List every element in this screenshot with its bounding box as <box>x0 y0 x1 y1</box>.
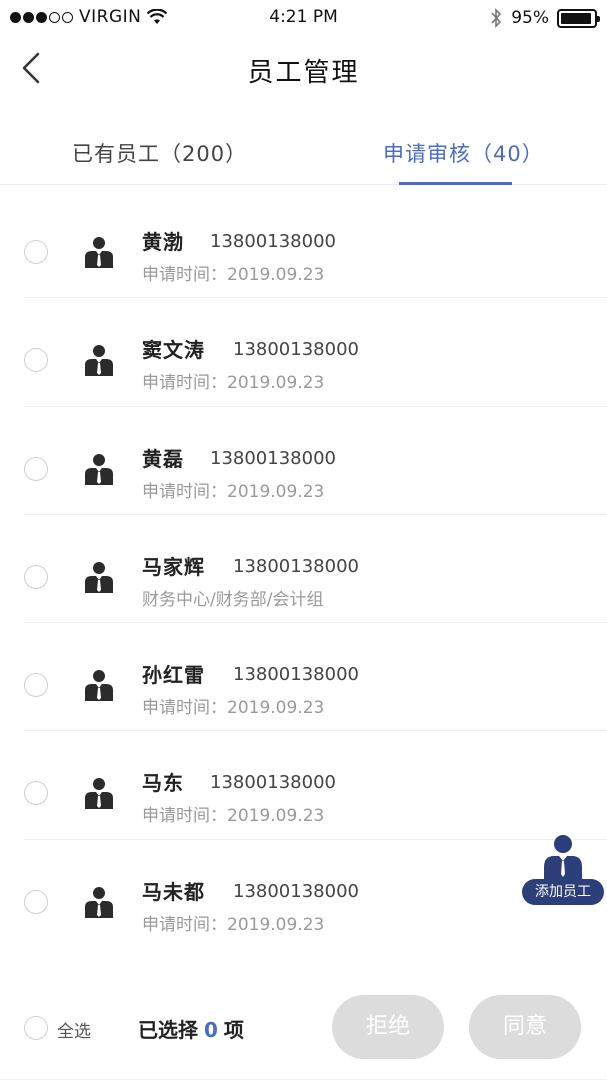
tab-existing-employees[interactable]: 已有员工（200） <box>72 138 247 168</box>
status-bar: VIRGIN 4:21 PM 95% <box>0 0 607 36</box>
applicant-name: 孙红雷 <box>142 663 205 688</box>
select-radio[interactable] <box>24 673 48 698</box>
select-all-radio[interactable] <box>24 1016 48 1040</box>
select-radio[interactable] <box>24 240 48 264</box>
person-icon <box>85 237 113 268</box>
applicant-phone: 13800138000 <box>210 447 336 469</box>
selected-suffix: 项 <box>223 1018 244 1042</box>
battery-icon <box>557 8 600 28</box>
applicant-list: 黄渤 13800138000 申请时间：2019.09.23 窦文涛 13800… <box>0 190 607 948</box>
applicant-info: 申请时间：2019.09.23 <box>142 914 325 935</box>
select-radio[interactable] <box>24 889 48 914</box>
list-item[interactable]: 黄磊 13800138000 申请时间：2019.09.23 <box>0 407 607 516</box>
page-title: 员工管理 <box>247 58 360 88</box>
applicant-name: 马家辉 <box>142 554 205 579</box>
applicant-info: 申请时间：2019.09.23 <box>142 265 325 285</box>
person-icon <box>85 561 113 593</box>
person-icon <box>85 670 113 702</box>
applicant-info: 申请时间：2019.09.23 <box>142 481 325 502</box>
person-icon <box>85 886 113 918</box>
applicant-phone: 13800138000 <box>233 555 359 577</box>
list-item[interactable]: 孙红雷 13800138000 申请时间：2019.09.23 <box>0 623 607 732</box>
footer-action-bar: 全选 已选择 0 项 拒绝 同意 <box>0 990 607 1080</box>
applicant-name: 黄渤 <box>142 230 184 254</box>
person-icon <box>85 345 113 377</box>
applicant-phone: 13800138000 <box>210 231 336 252</box>
select-radio[interactable] <box>24 456 48 481</box>
select-radio[interactable] <box>24 564 48 589</box>
select-all-label[interactable]: 全选 <box>57 1017 91 1042</box>
selected-count: 0 <box>204 1018 218 1042</box>
status-right: 95% <box>489 7 600 29</box>
applicant-name: 马未都 <box>142 879 205 904</box>
list-item[interactable]: 马未都 13800138000 申请时间：2019.09.23 <box>0 840 607 948</box>
applicant-info: 财务中心/财务部/会计组 <box>142 589 324 610</box>
select-radio[interactable] <box>24 348 48 373</box>
applicant-info: 申请时间：2019.09.23 <box>142 806 325 827</box>
person-icon <box>85 778 113 810</box>
list-item[interactable]: 马东 13800138000 申请时间：2019.09.23 <box>0 731 607 841</box>
agree-button[interactable]: 同意 <box>469 995 581 1059</box>
applicant-name: 窦文涛 <box>142 338 205 363</box>
add-employee-button[interactable]: 添加员工 <box>520 834 604 905</box>
battery-percent: 95% <box>511 8 549 28</box>
applicant-name: 马东 <box>142 771 184 796</box>
add-employee-icon <box>544 835 582 884</box>
active-tab-indicator <box>399 182 512 185</box>
reject-button[interactable]: 拒绝 <box>332 995 444 1059</box>
applicant-phone: 13800138000 <box>233 339 359 361</box>
list-item[interactable]: 马家辉 13800138000 财务中心/财务部/会计组 <box>0 515 607 624</box>
applicant-phone: 13800138000 <box>233 664 359 686</box>
selected-count-text: 已选择 0 项 <box>138 1014 244 1043</box>
list-item[interactable]: 黄渤 13800138000 申请时间：2019.09.23 <box>0 190 607 299</box>
person-icon <box>85 453 113 485</box>
applicant-info: 申请时间：2019.09.23 <box>142 698 325 719</box>
bluetooth-icon <box>491 8 502 28</box>
add-employee-label: 添加员工 <box>522 879 604 905</box>
selected-prefix: 已选择 <box>138 1018 198 1042</box>
list-item[interactable]: 窦文涛 13800138000 申请时间：2019.09.23 <box>0 298 607 407</box>
applicant-name: 黄磊 <box>142 446 184 471</box>
tab-bar: 已有员工（200） 申请审核（40） <box>0 122 607 185</box>
tab-application-review[interactable]: 申请审核（40） <box>383 138 544 168</box>
applicant-phone: 13800138000 <box>233 880 359 902</box>
nav-bar: 员工管理 <box>0 36 607 104</box>
applicant-phone: 13800138000 <box>210 772 336 794</box>
applicant-info: 申请时间：2019.09.23 <box>142 373 325 394</box>
select-radio[interactable] <box>24 781 48 806</box>
